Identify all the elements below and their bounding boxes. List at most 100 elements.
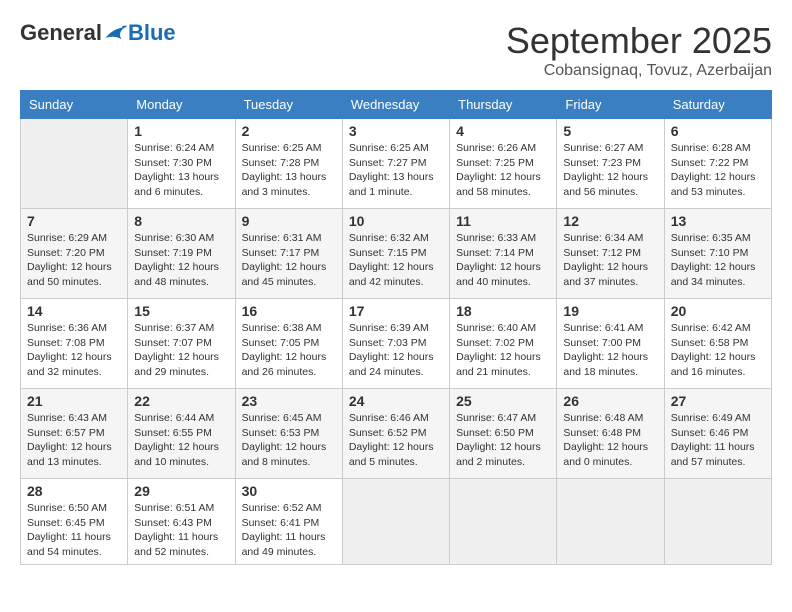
day-info: Sunrise: 6:46 AM Sunset: 6:52 PM Dayligh… (349, 411, 443, 470)
day-info: Sunrise: 6:26 AM Sunset: 7:25 PM Dayligh… (456, 141, 550, 200)
day-number: 10 (349, 213, 443, 229)
daylight-label: Daylight: 12 hours and 50 minutes. (27, 261, 112, 288)
sunset-label: Sunset: 7:27 PM (349, 157, 427, 169)
day-number: 21 (27, 393, 121, 409)
calendar-cell: 19 Sunrise: 6:41 AM Sunset: 7:00 PM Dayl… (557, 299, 664, 389)
sunset-label: Sunset: 7:19 PM (134, 247, 212, 259)
day-number: 1 (134, 123, 228, 139)
daylight-label: Daylight: 11 hours and 54 minutes. (27, 531, 111, 558)
sunrise-label: Sunrise: 6:47 AM (456, 412, 536, 424)
calendar-cell (557, 479, 664, 565)
logo-bird-icon (104, 23, 128, 43)
sunset-label: Sunset: 7:05 PM (242, 337, 320, 349)
calendar-cell: 2 Sunrise: 6:25 AM Sunset: 7:28 PM Dayli… (235, 119, 342, 209)
calendar-header-wednesday: Wednesday (342, 91, 449, 119)
day-number: 23 (242, 393, 336, 409)
calendar-week-row: 14 Sunrise: 6:36 AM Sunset: 7:08 PM Dayl… (21, 299, 772, 389)
sunset-label: Sunset: 7:02 PM (456, 337, 534, 349)
daylight-label: Daylight: 13 hours and 6 minutes. (134, 171, 219, 198)
day-info: Sunrise: 6:52 AM Sunset: 6:41 PM Dayligh… (242, 501, 336, 560)
sunset-label: Sunset: 6:53 PM (242, 427, 320, 439)
daylight-label: Daylight: 12 hours and 32 minutes. (27, 351, 112, 378)
sunset-label: Sunset: 7:15 PM (349, 247, 427, 259)
day-info: Sunrise: 6:40 AM Sunset: 7:02 PM Dayligh… (456, 321, 550, 380)
sunrise-label: Sunrise: 6:45 AM (242, 412, 322, 424)
sunrise-label: Sunrise: 6:35 AM (671, 232, 751, 244)
sunset-label: Sunset: 6:41 PM (242, 517, 320, 529)
calendar-cell: 25 Sunrise: 6:47 AM Sunset: 6:50 PM Dayl… (450, 389, 557, 479)
daylight-label: Daylight: 12 hours and 0 minutes. (563, 441, 648, 468)
daylight-label: Daylight: 12 hours and 8 minutes. (242, 441, 327, 468)
calendar-cell: 16 Sunrise: 6:38 AM Sunset: 7:05 PM Dayl… (235, 299, 342, 389)
calendar-cell: 23 Sunrise: 6:45 AM Sunset: 6:53 PM Dayl… (235, 389, 342, 479)
calendar-cell: 17 Sunrise: 6:39 AM Sunset: 7:03 PM Dayl… (342, 299, 449, 389)
day-number: 2 (242, 123, 336, 139)
sunrise-label: Sunrise: 6:48 AM (563, 412, 643, 424)
calendar-header-friday: Friday (557, 91, 664, 119)
sunset-label: Sunset: 7:30 PM (134, 157, 212, 169)
day-info: Sunrise: 6:38 AM Sunset: 7:05 PM Dayligh… (242, 321, 336, 380)
daylight-label: Daylight: 12 hours and 58 minutes. (456, 171, 541, 198)
day-info: Sunrise: 6:51 AM Sunset: 6:43 PM Dayligh… (134, 501, 228, 560)
calendar-cell: 30 Sunrise: 6:52 AM Sunset: 6:41 PM Dayl… (235, 479, 342, 565)
sunrise-label: Sunrise: 6:28 AM (671, 142, 751, 154)
day-info: Sunrise: 6:44 AM Sunset: 6:55 PM Dayligh… (134, 411, 228, 470)
sunrise-label: Sunrise: 6:26 AM (456, 142, 536, 154)
daylight-label: Daylight: 12 hours and 21 minutes. (456, 351, 541, 378)
daylight-label: Daylight: 12 hours and 53 minutes. (671, 171, 756, 198)
calendar-cell (664, 479, 771, 565)
daylight-label: Daylight: 12 hours and 24 minutes. (349, 351, 434, 378)
title-section: September 2025 Cobansignaq, Tovuz, Azerb… (506, 20, 772, 80)
day-info: Sunrise: 6:43 AM Sunset: 6:57 PM Dayligh… (27, 411, 121, 470)
sunrise-label: Sunrise: 6:51 AM (134, 502, 214, 514)
sunrise-label: Sunrise: 6:52 AM (242, 502, 322, 514)
day-number: 3 (349, 123, 443, 139)
day-number: 4 (456, 123, 550, 139)
sunset-label: Sunset: 7:10 PM (671, 247, 749, 259)
daylight-label: Daylight: 12 hours and 42 minutes. (349, 261, 434, 288)
sunset-label: Sunset: 6:50 PM (456, 427, 534, 439)
daylight-label: Daylight: 12 hours and 2 minutes. (456, 441, 541, 468)
day-info: Sunrise: 6:37 AM Sunset: 7:07 PM Dayligh… (134, 321, 228, 380)
daylight-label: Daylight: 12 hours and 10 minutes. (134, 441, 219, 468)
day-info: Sunrise: 6:30 AM Sunset: 7:19 PM Dayligh… (134, 231, 228, 290)
sunset-label: Sunset: 7:23 PM (563, 157, 641, 169)
day-info: Sunrise: 6:25 AM Sunset: 7:27 PM Dayligh… (349, 141, 443, 200)
sunset-label: Sunset: 6:45 PM (27, 517, 105, 529)
calendar-cell: 29 Sunrise: 6:51 AM Sunset: 6:43 PM Dayl… (128, 479, 235, 565)
day-info: Sunrise: 6:39 AM Sunset: 7:03 PM Dayligh… (349, 321, 443, 380)
calendar-header-row: SundayMondayTuesdayWednesdayThursdayFrid… (21, 91, 772, 119)
calendar-cell: 7 Sunrise: 6:29 AM Sunset: 7:20 PM Dayli… (21, 209, 128, 299)
day-number: 30 (242, 483, 336, 499)
calendar-cell: 28 Sunrise: 6:50 AM Sunset: 6:45 PM Dayl… (21, 479, 128, 565)
day-number: 16 (242, 303, 336, 319)
day-info: Sunrise: 6:49 AM Sunset: 6:46 PM Dayligh… (671, 411, 765, 470)
sunset-label: Sunset: 7:25 PM (456, 157, 534, 169)
calendar-week-row: 7 Sunrise: 6:29 AM Sunset: 7:20 PM Dayli… (21, 209, 772, 299)
day-number: 6 (671, 123, 765, 139)
day-info: Sunrise: 6:33 AM Sunset: 7:14 PM Dayligh… (456, 231, 550, 290)
sunset-label: Sunset: 7:07 PM (134, 337, 212, 349)
calendar-cell: 24 Sunrise: 6:46 AM Sunset: 6:52 PM Dayl… (342, 389, 449, 479)
sunset-label: Sunset: 7:28 PM (242, 157, 320, 169)
calendar-week-row: 1 Sunrise: 6:24 AM Sunset: 7:30 PM Dayli… (21, 119, 772, 209)
sunrise-label: Sunrise: 6:43 AM (27, 412, 107, 424)
daylight-label: Daylight: 12 hours and 48 minutes. (134, 261, 219, 288)
daylight-label: Daylight: 11 hours and 52 minutes. (134, 531, 218, 558)
sunset-label: Sunset: 6:46 PM (671, 427, 749, 439)
calendar-cell: 1 Sunrise: 6:24 AM Sunset: 7:30 PM Dayli… (128, 119, 235, 209)
calendar-cell: 26 Sunrise: 6:48 AM Sunset: 6:48 PM Dayl… (557, 389, 664, 479)
calendar-cell: 20 Sunrise: 6:42 AM Sunset: 6:58 PM Dayl… (664, 299, 771, 389)
calendar-cell: 18 Sunrise: 6:40 AM Sunset: 7:02 PM Dayl… (450, 299, 557, 389)
calendar-header-tuesday: Tuesday (235, 91, 342, 119)
day-number: 9 (242, 213, 336, 229)
sunset-label: Sunset: 6:55 PM (134, 427, 212, 439)
sunset-label: Sunset: 6:43 PM (134, 517, 212, 529)
day-number: 5 (563, 123, 657, 139)
daylight-label: Daylight: 12 hours and 26 minutes. (242, 351, 327, 378)
calendar-cell: 14 Sunrise: 6:36 AM Sunset: 7:08 PM Dayl… (21, 299, 128, 389)
calendar-cell: 13 Sunrise: 6:35 AM Sunset: 7:10 PM Dayl… (664, 209, 771, 299)
sunset-label: Sunset: 7:22 PM (671, 157, 749, 169)
sunset-label: Sunset: 7:14 PM (456, 247, 534, 259)
day-info: Sunrise: 6:48 AM Sunset: 6:48 PM Dayligh… (563, 411, 657, 470)
